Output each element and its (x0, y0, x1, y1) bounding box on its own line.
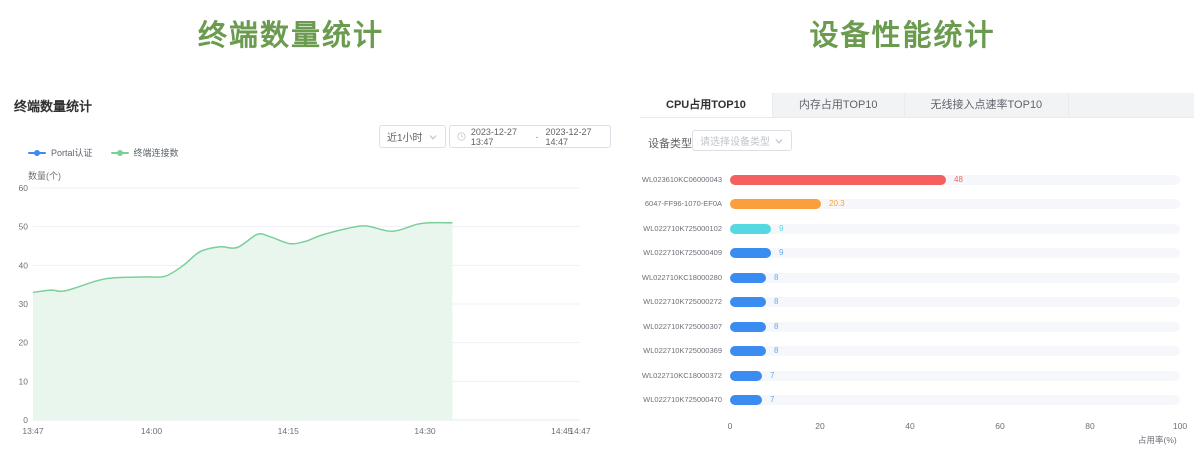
bar (730, 297, 766, 307)
bar-category-label: WL022710K725000307 (622, 322, 722, 332)
bar-category-label: WL022710KC18000372 (622, 371, 722, 381)
bar-track (730, 224, 1180, 234)
bar-value-label: 8 (774, 297, 778, 307)
x-axis-title: 占用率(%) (1138, 434, 1177, 446)
line-chart-legend: Portal认证 终端连接数 (28, 146, 179, 159)
chevron-down-icon (774, 136, 784, 146)
x-tick-label: 20 (805, 421, 835, 431)
date-range-picker[interactable]: 2023-12-27 13:47 - 2023-12-27 14:47 (449, 125, 611, 148)
bar (730, 346, 766, 356)
legend-label: 终端连接数 (134, 146, 179, 159)
bar-category-label: 6047-FF96-1070-EF0A (622, 199, 722, 209)
bar-category-label: WL022710K725000272 (622, 297, 722, 307)
bar-value-label: 8 (774, 346, 778, 356)
bar-value-label: 9 (779, 224, 783, 234)
dashboard: 终端数量统计 终端数量统计 近1小时 2023-12-27 13:47 - 20… (0, 0, 1200, 456)
device-type-placeholder: 请选择设备类型 (700, 133, 770, 148)
x-tick-label: 13:47 (22, 426, 44, 436)
bar-track (730, 346, 1180, 356)
x-tick-label: 14:00 (141, 426, 163, 436)
y-tick-label: 10 (19, 376, 29, 386)
chevron-down-icon (428, 132, 438, 142)
performance-tabs: CPU占用TOP10内存占用TOP10无线接入点速率TOP10 (640, 93, 1194, 118)
bar-category-label: WL022710K725000369 (622, 346, 722, 356)
bar (730, 322, 766, 332)
bar-value-label: 8 (774, 322, 778, 332)
left-chart-header: 终端数量统计 (14, 96, 92, 115)
bar-track (730, 199, 1180, 209)
bar-track (730, 297, 1180, 307)
bar-value-label: 8 (774, 273, 778, 283)
tab-CPU占用TOP10[interactable]: CPU占用TOP10 (640, 93, 773, 117)
series-area-fill (33, 223, 452, 420)
device-type-label: 设备类型 (648, 135, 692, 151)
bar-category-label: WL022710K725000470 (622, 395, 722, 405)
bar-track (730, 322, 1180, 332)
bar-value-label: 7 (770, 371, 774, 381)
tab-内存占用TOP10[interactable]: 内存占用TOP10 (773, 93, 905, 117)
bar-track (730, 273, 1180, 283)
x-tick-label: 60 (985, 421, 1015, 431)
x-tick-label: 40 (895, 421, 925, 431)
clock-icon (457, 131, 466, 142)
bar-category-label: WL022710KC18000280 (622, 273, 722, 283)
bar (730, 224, 771, 234)
bar-value-label: 7 (770, 395, 774, 405)
time-range-select[interactable]: 近1小时 (379, 125, 446, 148)
y-tick-label: 30 (19, 299, 29, 309)
bar-category-label: WL023610KC06000043 (622, 175, 722, 185)
bar (730, 248, 771, 258)
legend-label: Portal认证 (51, 146, 93, 159)
legend-marker (28, 152, 46, 154)
bar-category-label: WL022710K725000409 (622, 248, 722, 258)
bar-track (730, 395, 1180, 405)
bar-track (730, 248, 1180, 258)
x-tick-label: 80 (1075, 421, 1105, 431)
bar (730, 175, 946, 185)
x-tick-label: 14:47 (569, 426, 591, 436)
terminal-count-line-chart: 010203040506013:4714:0014:1514:3014:4514… (0, 180, 620, 442)
x-tick-label: 14:30 (414, 426, 436, 436)
bar-track (730, 371, 1180, 381)
x-tick-label: 0 (715, 421, 745, 431)
y-tick-label: 0 (23, 415, 28, 425)
bar-value-label: 20.3 (829, 199, 845, 209)
date-range-end[interactable]: 2023-12-27 14:47 (545, 127, 603, 147)
bar (730, 371, 762, 381)
legend-item[interactable]: Portal认证 (28, 146, 93, 159)
x-tick-label: 100 (1165, 421, 1195, 431)
device-type-select[interactable]: 请选择设备类型 (692, 130, 792, 151)
left-panel-title: 终端数量统计 (0, 12, 582, 54)
tab-无线接入点速率TOP10[interactable]: 无线接入点速率TOP10 (905, 93, 1070, 117)
y-tick-label: 40 (19, 260, 29, 270)
bar-value-label: 48 (954, 175, 963, 185)
time-range-value: 近1小时 (387, 129, 423, 144)
bar (730, 273, 766, 283)
bar (730, 395, 762, 405)
y-tick-label: 20 (19, 338, 29, 348)
bar-value-label: 9 (779, 248, 783, 258)
date-range-start[interactable]: 2023-12-27 13:47 (471, 127, 529, 147)
right-panel-title: 设备性能统计 (640, 12, 1165, 54)
y-tick-label: 50 (19, 222, 29, 232)
legend-item[interactable]: 终端连接数 (111, 146, 179, 159)
y-tick-label: 60 (19, 183, 29, 193)
x-tick-label: 14:15 (278, 426, 300, 436)
legend-marker (111, 152, 129, 154)
bar-category-label: WL022710K725000102 (622, 224, 722, 234)
bar (730, 199, 821, 209)
date-range-separator: - (533, 132, 540, 142)
